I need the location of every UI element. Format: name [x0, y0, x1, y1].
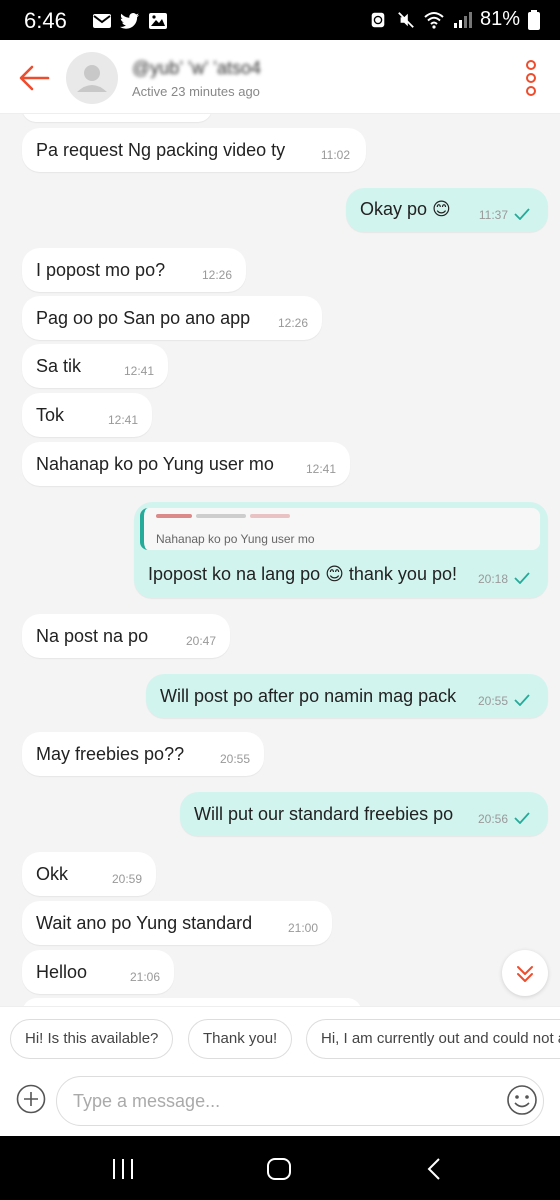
message-bubble[interactable]: Okk 20:59: [22, 852, 156, 896]
message-text: Helloo: [36, 962, 88, 982]
message-bubble[interactable]: Sa tik 12:41: [22, 344, 168, 388]
message-bubble[interactable]: Na post na po 20:47: [22, 614, 230, 658]
read-check-icon: [514, 694, 530, 706]
back-arrow-icon[interactable]: [14, 58, 54, 98]
read-check-icon: [514, 812, 530, 824]
mail-icon: [93, 14, 111, 28]
message-time: 20:56: [477, 812, 508, 826]
status-bar: 6:46 81%: [0, 0, 560, 40]
message-time: 20:55: [477, 694, 508, 708]
message-text: Ipopost ko na lang po 😊 thank you po!: [148, 564, 457, 584]
message-bubble[interactable]: Will post po after po namin mag pack 20:…: [146, 674, 548, 718]
quoted-message[interactable]: Nahanap ko po Yung user mo: [140, 508, 540, 550]
message-time: 12:26: [277, 316, 308, 330]
message-text: Na post na po: [36, 626, 149, 646]
back-nav-icon[interactable]: [420, 1154, 450, 1184]
message-bubble[interactable]: Tok 12:41: [22, 393, 152, 437]
system-nav-bar: [0, 1136, 560, 1200]
message-time: 20:55: [219, 752, 250, 766]
message-time: 20:59: [111, 872, 142, 886]
message-input[interactable]: [56, 1076, 544, 1126]
message-time: 11:02: [320, 148, 350, 162]
read-check-icon: [514, 208, 530, 220]
message-text: Sa tik: [36, 356, 82, 376]
chat-header: @yub’ ’w’ ’atso4 Active 23 minutes ago: [0, 40, 560, 114]
message-time: 21:06: [129, 970, 160, 984]
message-text: Will post po after po namin mag pack: [160, 686, 457, 706]
message-time: 12:26: [201, 268, 232, 282]
mute-icon: [398, 11, 414, 28]
signal-icon: [453, 11, 472, 28]
message-time: 12:41: [305, 462, 336, 476]
message-bubble[interactable]: I popost mo po? 12:26: [22, 248, 246, 292]
message-text: Pag oo po San po ano app: [36, 308, 251, 328]
quick-reply-chip[interactable]: Hi! Is this available?: [10, 1019, 174, 1059]
battery-icon: [528, 9, 540, 30]
message-bubble[interactable]: Will put our standard freebies po 20:56: [180, 792, 548, 836]
message-bubble-partial: [22, 998, 362, 1006]
user-silhouette-icon: [77, 65, 107, 92]
message-text: Okay po 😊: [360, 199, 451, 219]
scroll-to-bottom-button[interactable]: [502, 950, 548, 996]
read-check-icon: [514, 572, 530, 584]
status-time: 6:46: [24, 8, 67, 33]
message-bubble-with-reply[interactable]: Nahanap ko po Yung user mo Ipopost ko na…: [134, 502, 548, 598]
message-bubble-partial: [22, 114, 212, 122]
message-bubble[interactable]: May freebies po?? 20:55: [22, 732, 264, 776]
contact-name[interactable]: @yub’ ’w’ ’atso4: [132, 58, 261, 79]
redacted-reply-name: [156, 514, 290, 518]
chat-area[interactable]: Pa request Ng packing video ty 11:02 Oka…: [0, 114, 560, 1006]
message-time: 21:00: [287, 921, 318, 935]
quoted-message-text: Nahanap ko po Yung user mo: [156, 532, 315, 546]
message-time: 11:37: [478, 208, 508, 222]
quick-reply-chip[interactable]: Thank you!: [188, 1019, 293, 1059]
quick-reply-chip[interactable]: Hi, I am currently out and could not a: [306, 1019, 560, 1059]
message-time: 20:47: [185, 634, 216, 648]
chevron-double-down-icon: [517, 966, 533, 982]
battery-percent: 81%: [479, 8, 520, 30]
message-text: Nahanap ko po Yung user mo: [36, 454, 274, 474]
message-bubble[interactable]: Wait ano po Yung standard 21:00: [22, 901, 332, 945]
message-bubble[interactable]: Okay po 😊 11:37: [346, 188, 548, 232]
message-time: 12:41: [123, 364, 154, 378]
wifi-icon: [424, 11, 444, 29]
message-text: May freebies po??: [36, 744, 185, 764]
add-attachment-icon[interactable]: [16, 1084, 46, 1114]
message-bubble[interactable]: Nahanap ko po Yung user mo 12:41: [22, 442, 350, 486]
message-time: 12:41: [107, 413, 138, 427]
emoji-icon[interactable]: [506, 1084, 538, 1116]
message-text: Tok: [36, 405, 65, 425]
message-bubble[interactable]: Pag oo po San po ano app 12:26: [22, 296, 322, 340]
message-bubble[interactable]: Helloo 21:06: [22, 950, 174, 994]
message-input-bar: [0, 1068, 560, 1136]
more-options-icon[interactable]: [524, 60, 538, 96]
image-icon: [149, 13, 167, 29]
contact-status: Active 23 minutes ago: [132, 84, 260, 99]
recent-apps-icon[interactable]: [108, 1154, 138, 1184]
message-text: Wait ano po Yung standard: [36, 913, 253, 933]
message-text: Will put our standard freebies po: [194, 804, 454, 824]
quick-replies-bar: Hi! Is this available? Thank you! Hi, I …: [0, 1006, 560, 1068]
home-icon[interactable]: [264, 1154, 294, 1184]
twitter-icon: [120, 13, 139, 29]
message-bubble[interactable]: Pa request Ng packing video ty 11:02: [22, 128, 366, 172]
message-text: I popost mo po?: [36, 260, 166, 280]
message-time: 20:18: [477, 572, 508, 586]
alarm-icon: [371, 12, 385, 27]
message-text: Pa request Ng packing video ty: [36, 140, 286, 160]
avatar[interactable]: [66, 52, 118, 104]
message-text: Okk: [36, 864, 69, 884]
